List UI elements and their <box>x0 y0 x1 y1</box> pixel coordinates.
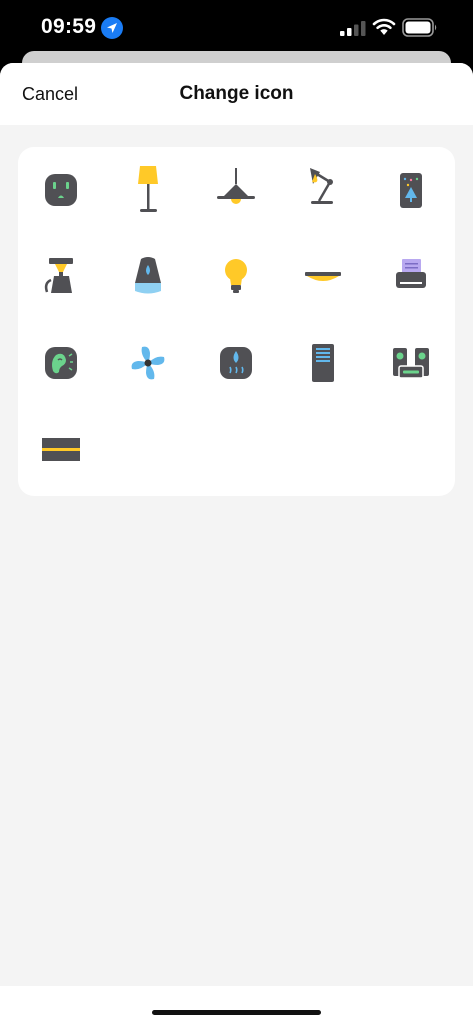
home-indicator[interactable] <box>152 1010 321 1015</box>
navigation-bar: Cancel Change icon <box>0 63 473 125</box>
location-arrow-icon <box>101 17 123 39</box>
icon-grid <box>18 147 455 496</box>
bottom-bar <box>0 986 473 1024</box>
light-strip-icon[interactable] <box>31 420 91 480</box>
ceiling-lamp-icon[interactable] <box>206 160 266 220</box>
status-time: 09:59 <box>41 15 97 38</box>
floor-lamp-icon[interactable] <box>118 160 178 220</box>
cellular-signal-icon <box>340 21 366 36</box>
status-bar: 09:59 <box>0 0 473 56</box>
coffee-maker-icon[interactable] <box>31 247 91 307</box>
air-purifier-icon[interactable] <box>293 333 353 393</box>
ceiling-light-icon[interactable] <box>293 247 353 307</box>
wifi-icon <box>372 18 396 35</box>
humidifier-icon[interactable] <box>118 247 178 307</box>
change-icon-sheet: Cancel Change icon <box>0 63 473 1024</box>
fan-icon[interactable] <box>118 333 178 393</box>
page-title: Change icon <box>179 83 294 104</box>
power-outlet-icon[interactable] <box>31 160 91 220</box>
speakers-icon[interactable] <box>381 333 441 393</box>
battery-icon <box>402 18 437 37</box>
desk-lamp-icon[interactable] <box>293 160 353 220</box>
light-bulb-icon[interactable] <box>206 247 266 307</box>
dehumidifier-icon[interactable] <box>206 333 266 393</box>
hearing-aid-icon[interactable] <box>31 333 91 393</box>
christmas-lights-remote-icon[interactable] <box>381 160 441 220</box>
printer-icon[interactable] <box>381 247 441 307</box>
